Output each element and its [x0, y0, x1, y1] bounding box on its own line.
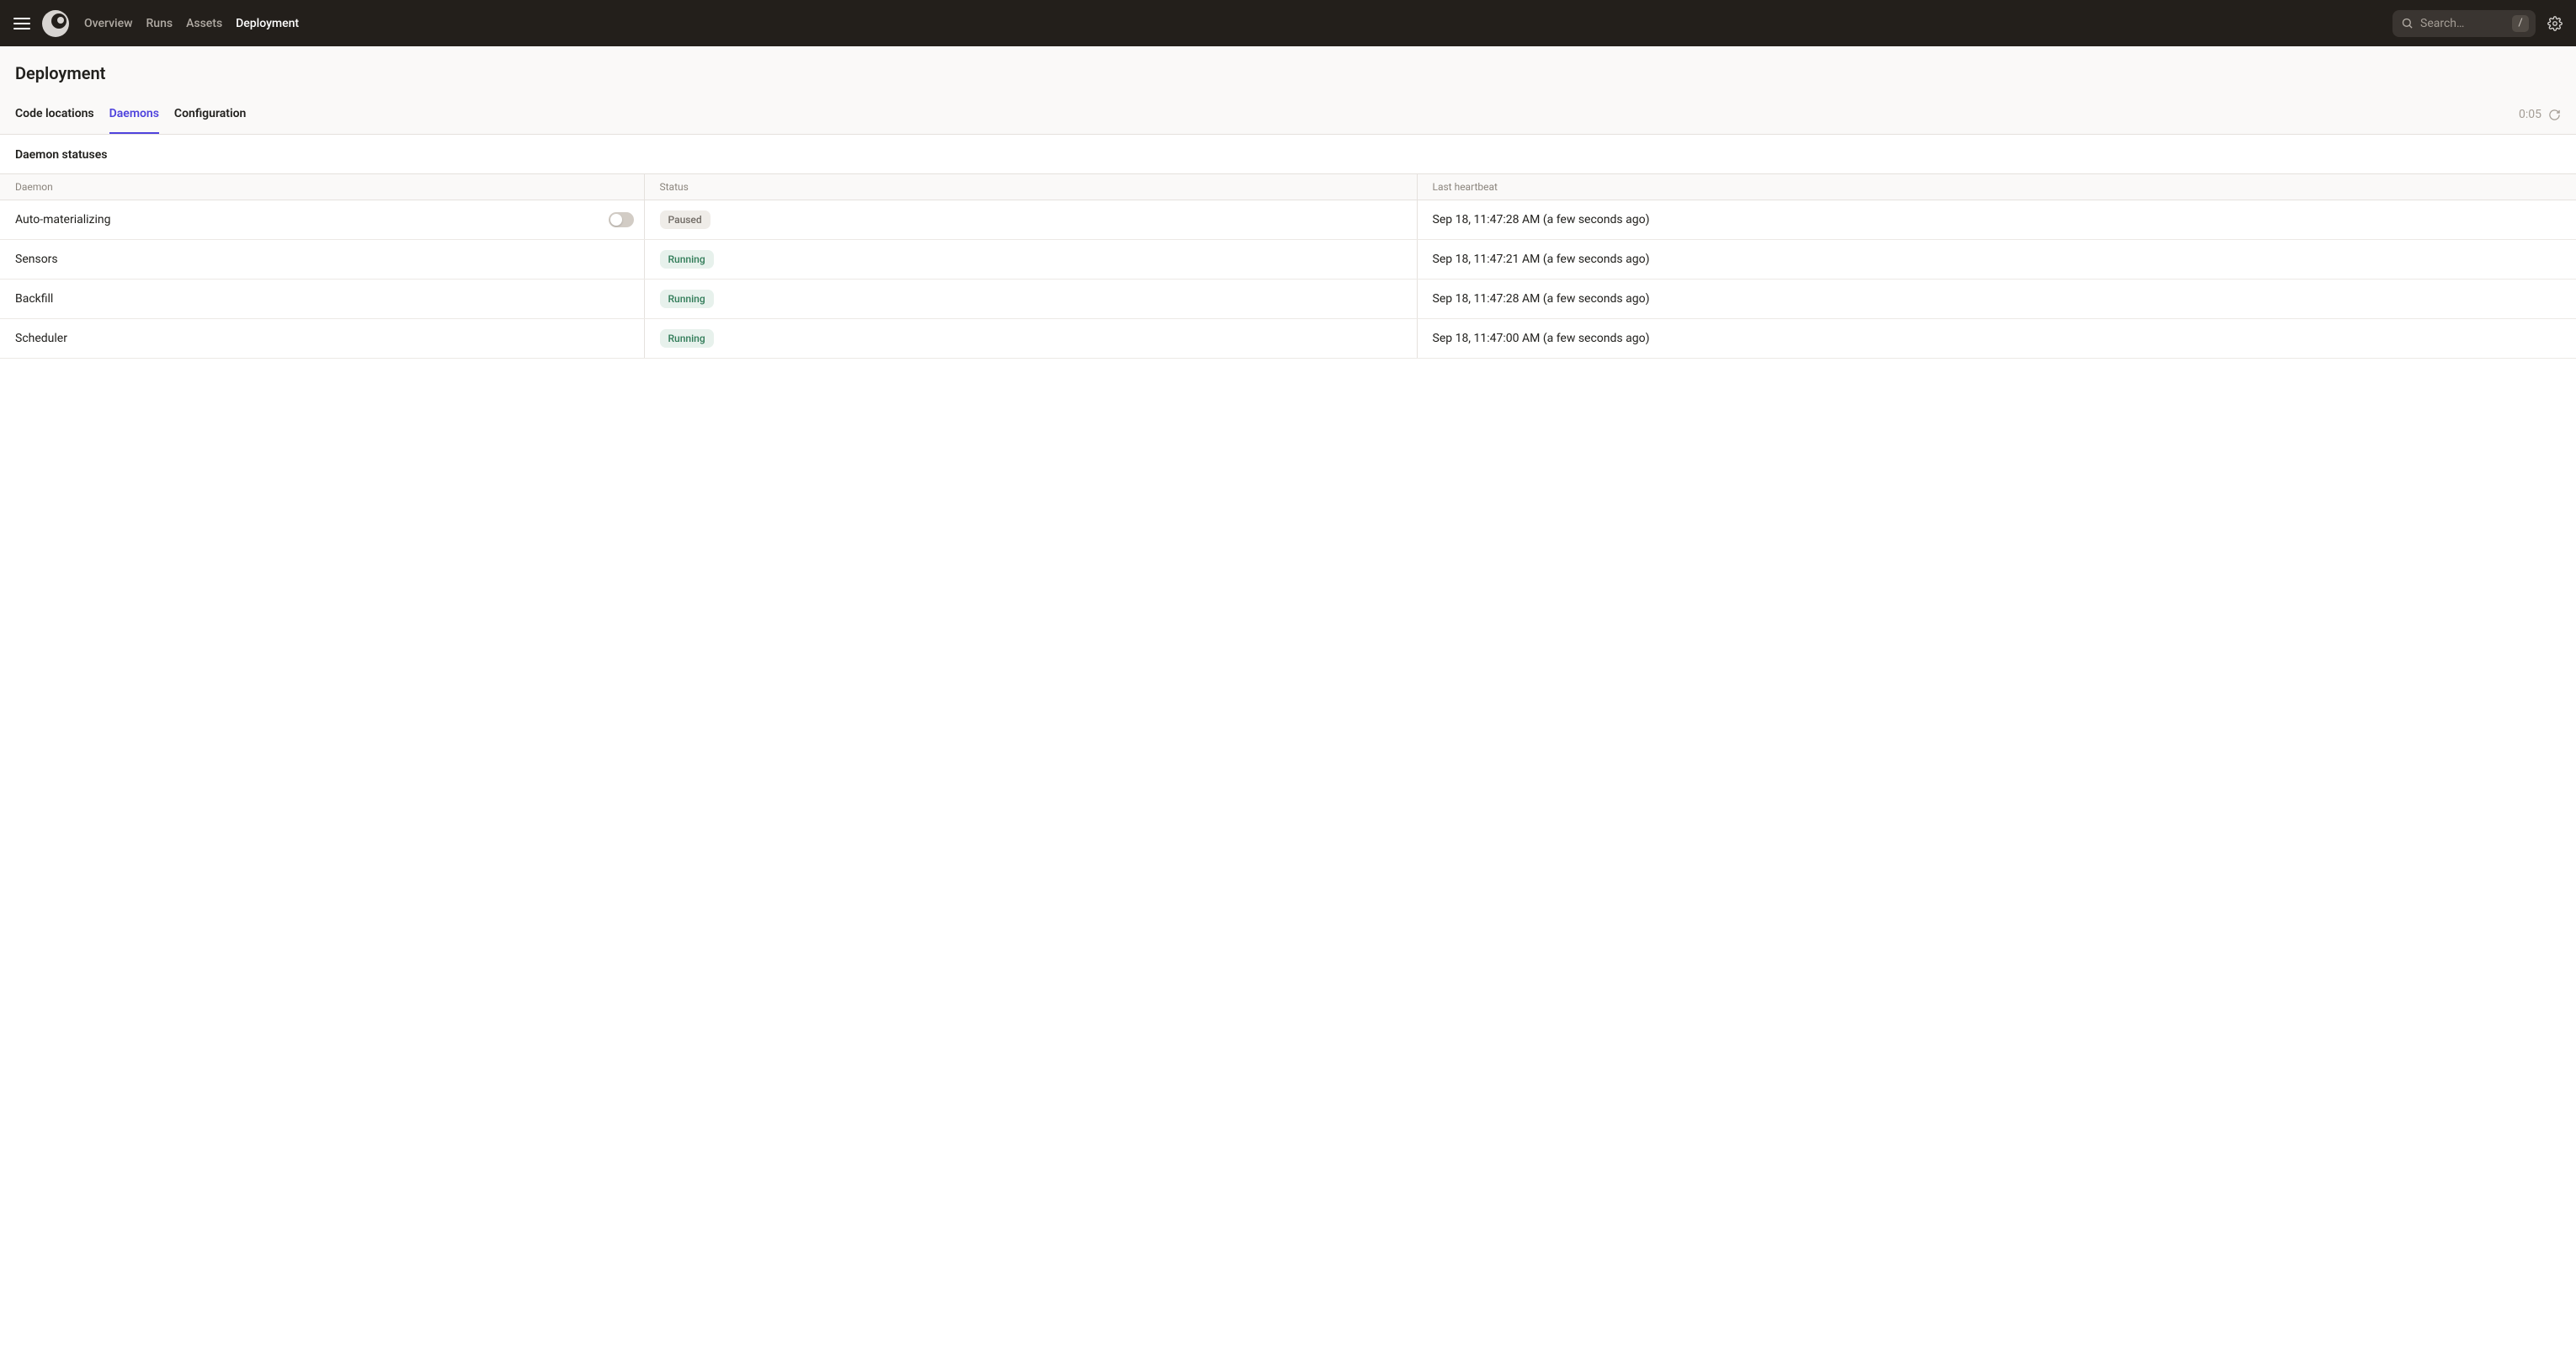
daemon-name: Auto-materializing — [15, 213, 110, 226]
section-heading: Daemon statuses — [0, 135, 2576, 173]
daemon-name: Scheduler — [15, 332, 67, 345]
nav-link-deployment[interactable]: Deployment — [236, 17, 299, 30]
settings-icon[interactable] — [2547, 16, 2563, 31]
nav-link-overview[interactable]: Overview — [84, 17, 132, 30]
page-header: Deployment Code locations Daemons Config… — [0, 46, 2576, 135]
daemon-table: Daemon Status Last heartbeat Auto-materi… — [0, 173, 2576, 359]
search-input[interactable]: Search… / — [2392, 10, 2536, 37]
daemon-name: Sensors — [15, 253, 58, 266]
nav-link-assets[interactable]: Assets — [186, 17, 222, 30]
status-badge: Paused — [660, 210, 711, 229]
status-badge: Running — [660, 329, 714, 348]
daemon-toggle[interactable] — [609, 212, 634, 227]
last-heartbeat: Sep 18, 11:47:28 AM (a few seconds ago) — [1417, 200, 2576, 240]
last-heartbeat: Sep 18, 11:47:21 AM (a few seconds ago) — [1417, 240, 2576, 280]
tab-configuration[interactable]: Configuration — [174, 107, 246, 134]
tab-code-locations[interactable]: Code locations — [15, 107, 94, 134]
search-placeholder: Search… — [2420, 17, 2505, 30]
last-heartbeat: Sep 18, 11:47:28 AM (a few seconds ago) — [1417, 280, 2576, 319]
tab-row: Code locations Daemons Configuration 0:0… — [15, 107, 2561, 134]
top-nav: Overview Runs Assets Deployment Search… … — [0, 0, 2576, 46]
refresh-icon[interactable] — [2548, 109, 2561, 121]
table-row: Auto-materializing Paused Sep 18, 11:47:28… — [0, 200, 2576, 240]
nav-link-runs[interactable]: Runs — [146, 17, 173, 30]
col-header-heartbeat: Last heartbeat — [1417, 174, 2576, 200]
nav-links: Overview Runs Assets Deployment — [84, 17, 299, 30]
page-title: Deployment — [15, 63, 2561, 83]
table-row: Backfill Running Sep 18, 11:47:28 AM (a fe… — [0, 280, 2576, 319]
table-row: Sensors Running Sep 18, 11:47:21 AM (a few… — [0, 240, 2576, 280]
app-logo[interactable] — [42, 10, 69, 37]
daemon-name: Backfill — [15, 292, 53, 306]
status-badge: Running — [660, 290, 714, 308]
search-shortcut-key: / — [2512, 15, 2529, 32]
refresh-countdown-text: 0:05 — [2519, 108, 2541, 121]
col-header-daemon: Daemon — [0, 174, 644, 200]
col-header-status: Status — [644, 174, 1417, 200]
status-badge: Running — [660, 250, 714, 269]
table-row: Scheduler Running Sep 18, 11:47:00 AM (a f… — [0, 319, 2576, 359]
refresh-countdown: 0:05 — [2519, 108, 2561, 133]
menu-icon[interactable] — [13, 15, 30, 32]
tab-daemons[interactable]: Daemons — [109, 107, 159, 134]
last-heartbeat: Sep 18, 11:47:00 AM (a few seconds ago) — [1417, 319, 2576, 359]
search-icon — [2401, 17, 2414, 29]
